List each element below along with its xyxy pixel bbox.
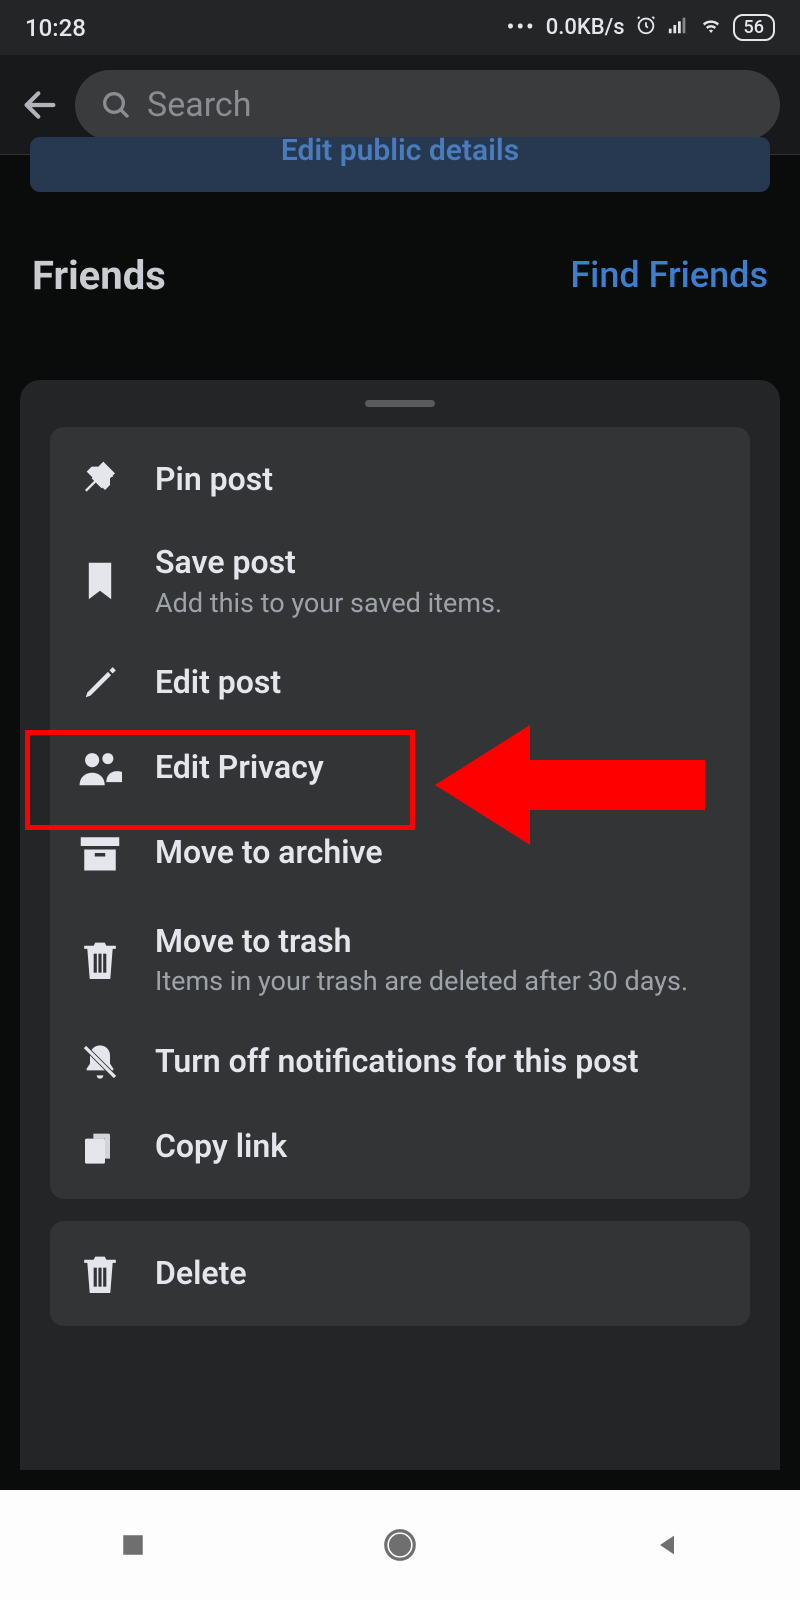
sheet-drag-handle[interactable] (365, 400, 435, 407)
back-button[interactable] (20, 85, 60, 125)
menu-item-label: Delete (155, 1253, 725, 1295)
copy-icon (75, 1126, 125, 1168)
archive-icon (75, 835, 125, 871)
wifi-icon (699, 13, 723, 43)
menu-turn-off-notifications[interactable]: Turn off notifications for this post (50, 1019, 750, 1104)
menu-edit-privacy[interactable]: Edit Privacy (50, 726, 750, 811)
menu-item-label: Move to archive (155, 832, 725, 874)
menu-item-label: Pin post (155, 459, 725, 501)
circle-icon (381, 1526, 419, 1564)
status-bar: 10:28 ••• 0.0KB/s 56 (0, 0, 800, 55)
menu-item-label: Turn off notifications for this post (155, 1041, 725, 1083)
signal-icon (667, 14, 689, 42)
menu-item-label: Save post (155, 542, 725, 584)
menu-save-post[interactable]: Save post Add this to your saved items. (50, 522, 750, 641)
nav-back-button[interactable] (637, 1515, 697, 1575)
square-icon (120, 1532, 146, 1558)
nav-home-button[interactable] (370, 1515, 430, 1575)
triangle-left-icon (653, 1531, 681, 1559)
friends-heading: Friends (32, 252, 166, 299)
search-input[interactable]: Search (75, 70, 780, 140)
status-right: ••• 0.0KB/s 56 (507, 13, 775, 43)
menu-item-label: Edit Privacy (155, 747, 725, 789)
menu-delete[interactable]: Delete (50, 1231, 750, 1316)
menu-item-label: Move to trash (155, 921, 725, 963)
status-data-rate: 0.0KB/s (546, 15, 625, 40)
back-arrow-icon (20, 85, 60, 125)
status-time: 10:28 (25, 14, 86, 42)
search-icon (100, 89, 132, 121)
pin-icon (75, 460, 125, 500)
find-friends-link[interactable]: Find Friends (570, 252, 768, 299)
people-icon (75, 749, 125, 787)
menu-item-subtitle: Add this to your saved items. (155, 586, 725, 621)
menu-card-main: Pin post Save post Add this to your save… (50, 427, 750, 1199)
post-options-sheet: Pin post Save post Add this to your save… (20, 380, 780, 1470)
trash-icon (75, 939, 125, 981)
android-nav-bar (0, 1490, 800, 1600)
search-placeholder: Search (147, 85, 251, 125)
bell-off-icon (75, 1041, 125, 1083)
menu-item-subtitle: Items in your trash are deleted after 30… (155, 964, 725, 999)
menu-card-delete: Delete (50, 1221, 750, 1326)
menu-copy-link[interactable]: Copy link (50, 1104, 750, 1189)
alarm-icon (635, 14, 657, 42)
menu-item-label: Edit post (155, 662, 725, 704)
menu-item-label: Copy link (155, 1126, 725, 1168)
battery-icon: 56 (733, 14, 775, 41)
menu-move-archive[interactable]: Move to archive (50, 811, 750, 896)
menu-move-trash[interactable]: Move to trash Items in your trash are de… (50, 896, 750, 1020)
bookmark-icon (75, 560, 125, 602)
nav-recents-button[interactable] (103, 1515, 163, 1575)
menu-edit-post[interactable]: Edit post (50, 641, 750, 726)
trash-icon (75, 1253, 125, 1295)
pencil-icon (75, 664, 125, 702)
menu-pin-post[interactable]: Pin post (50, 437, 750, 522)
edit-public-details-button[interactable]: Edit public details (30, 137, 770, 192)
